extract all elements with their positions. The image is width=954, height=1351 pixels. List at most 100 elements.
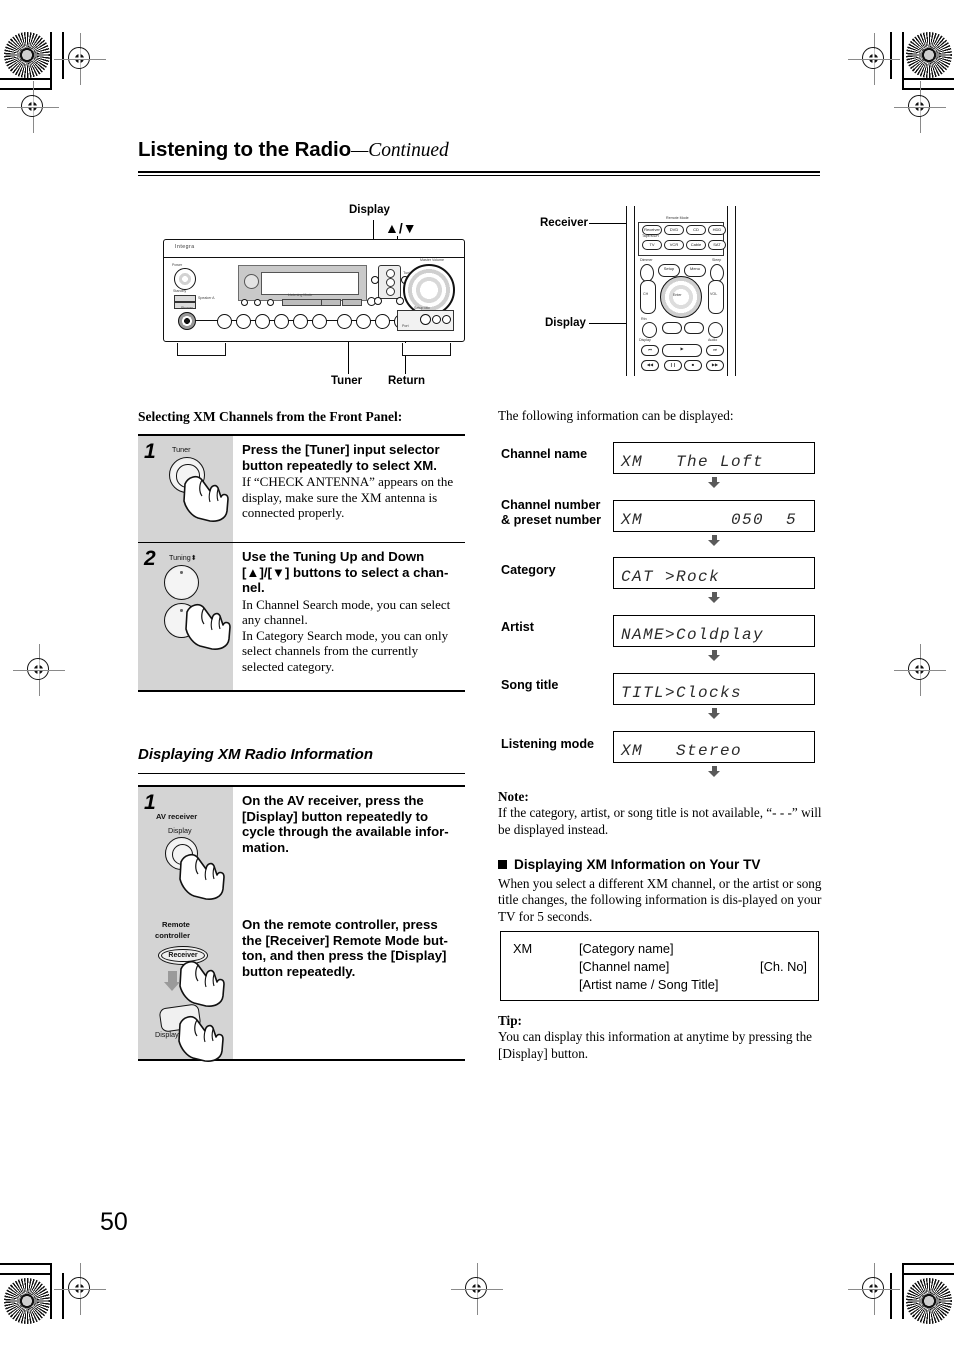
receiver-nav-left-button <box>371 276 379 284</box>
remote-channel-button[interactable] <box>640 280 656 314</box>
remote-dvd-button[interactable]: DVD <box>664 225 684 235</box>
receiver-speaker-label: Speaker A <box>198 296 215 300</box>
page-title-main: Listening to the Radio <box>138 138 352 161</box>
step-1-icon-cell: 1 Tuner <box>138 436 233 542</box>
lcd-display-channel-name: XM The Loft <box>613 442 815 474</box>
remote-audio-label: Audio <box>708 338 718 342</box>
receiver-master-volume-label: Master Volume <box>420 258 444 262</box>
remote-mode-group-label: Remote Mode <box>666 216 689 220</box>
receiver-input-button-4 <box>274 314 289 329</box>
receiver-top-edge-line <box>164 257 464 258</box>
receiver-setup-button-1 <box>241 299 248 306</box>
remote-dimmer-label: Dimmer <box>640 258 653 262</box>
remote-vcr-button[interactable]: VCR <box>664 240 684 250</box>
print-star-top-left <box>4 32 50 78</box>
step-1-body: If “CHECK ANTENNA” appears on the displa… <box>242 474 454 520</box>
remote-receiver-button-text: Receiver <box>168 952 198 959</box>
remote-stop-button[interactable]: ■ <box>684 360 702 371</box>
remote-controller-illustration: Remote Mode Receiver DVD CD HDD Tape/MDR… <box>614 206 747 376</box>
remote-rtn-label: Rtn <box>641 317 647 321</box>
lcd-display-artist: NAME>Coldplay <box>613 615 815 647</box>
receiver-listening-mode-label: Listening Mode <box>288 293 313 297</box>
receiver-nav-down-button <box>386 287 395 296</box>
display-step-icon-cell: 1 AV receiver Display Remote controller … <box>138 787 233 1062</box>
lcd-text-song-title: TITL>Clocks <box>621 684 743 702</box>
remote-rew-button[interactable]: ◀◀ <box>641 360 659 371</box>
receiver-power-label: Power <box>172 263 183 267</box>
remote-ch-plus-button[interactable] <box>662 322 682 334</box>
print-star-top-right <box>906 32 952 78</box>
crop-mark-bottom-left-h <box>0 1263 52 1265</box>
tv-onscreen-display-box: XM [Category name] [Channel name] [Artis… <box>500 931 819 1001</box>
crop-mark-bottom-right-h2 <box>902 1273 954 1275</box>
display-step-number: 1 <box>144 791 156 814</box>
remote-volume-button[interactable] <box>708 280 724 314</box>
remote-guide-button[interactable] <box>684 322 704 334</box>
remote-cd-button[interactable]: CD <box>686 225 706 235</box>
remote-play-button[interactable]: ▶ <box>662 344 702 357</box>
callout-updown-front: ▲/▼ <box>385 220 417 236</box>
receiver-front-port-panel: Port <box>397 310 454 331</box>
callout-receiver-remote: Receiver <box>540 217 588 229</box>
receiver-standby-label: Standby <box>173 289 187 293</box>
av-receiver-label: AV receiver <box>156 812 198 821</box>
pointing-hand-icon <box>175 1007 224 1062</box>
pointing-hand-icon <box>182 595 231 650</box>
page-number: 50 <box>100 1208 128 1236</box>
remote-navigation-dpad[interactable] <box>660 276 702 318</box>
lcd-text-channel-name: XM The Loft <box>621 453 765 471</box>
receiver-port-jack-2 <box>432 315 441 324</box>
lcd-display-listening-mode: XM Stereo <box>613 731 815 763</box>
crop-mark-top-left-v <box>50 32 52 90</box>
receiver-navigation-pad <box>378 265 401 299</box>
remote-tape-mdr-label: Tape/MDR <box>642 234 659 238</box>
registration-mark-mid-right <box>894 644 946 696</box>
registration-mark-bottom-left <box>54 1263 106 1315</box>
remote-prev-button[interactable]: ⏮ <box>641 345 659 356</box>
remote-hdd-button[interactable]: HDD <box>708 225 726 235</box>
receiver-input-button-5 <box>293 314 308 329</box>
lcd-display-category: CAT >Rock <box>613 557 815 589</box>
tv-box-xm-label: XM <box>513 941 533 956</box>
crop-mark-bottom-left-h2 <box>0 1273 52 1275</box>
receiver-display-text-area <box>261 272 359 295</box>
remote-display-button[interactable] <box>642 322 657 338</box>
lcd-text-listening-mode: XM Stereo <box>621 742 743 760</box>
registration-mark-top-left-outer <box>7 81 59 133</box>
receiver-phones-jack <box>178 312 196 330</box>
page-title: Listening to the Radio—Continued <box>138 138 449 162</box>
remote-ff-button[interactable]: ▶▶ <box>706 360 724 371</box>
front-panel-step-table: 1 Tuner Press the [Tuner] input selector… <box>138 434 465 692</box>
remote-setup-button[interactable]: Setup <box>658 264 680 277</box>
note-heading: Note: <box>498 789 529 804</box>
crop-mark-bottom-left-v <box>50 1263 52 1319</box>
step-2-body: In Channel Search mode, you can select a… <box>242 596 451 674</box>
remote-menu-button[interactable]: Menu <box>684 264 706 277</box>
remote-sleep-label: Sleep <box>712 258 722 262</box>
crop-mark-top-right-h <box>902 78 954 80</box>
receiver-port-label: Port <box>402 324 409 328</box>
callout-tuner-front: Tuner <box>331 375 363 387</box>
receiver-nav-up-button <box>386 269 395 278</box>
tip-text: You can display this information at anyt… <box>498 1029 813 1061</box>
remote-sat-button[interactable]: SAT <box>708 240 726 250</box>
remote-tv-button[interactable]: TV <box>642 240 662 250</box>
remote-next-button[interactable]: ⏭ <box>706 345 724 356</box>
crop-mark-top-right-v <box>902 32 904 90</box>
lcd-text-channel-number: XM 050 5 <box>621 511 798 529</box>
remote-cable-button[interactable]: Cable <box>686 240 706 250</box>
tv-box-category-name: [Category name] <box>579 941 674 956</box>
tv-box-channel-number: [Ch. No] <box>760 959 807 974</box>
remote-audio-button[interactable] <box>708 322 723 338</box>
step-2-number: 2 <box>144 547 156 570</box>
registration-mark-bottom-right <box>848 1263 900 1315</box>
receiver-phones-label: Phones <box>181 306 194 310</box>
remote-pause-button[interactable]: ❙❙ <box>664 360 682 371</box>
lcd-text-category: CAT >Rock <box>621 568 721 586</box>
receiver-port-jack-3 <box>442 315 451 324</box>
crop-mark-top-left-h <box>0 78 52 80</box>
tv-box-channel-name: [Channel name] <box>579 959 670 974</box>
right-column-intro: The following information can be display… <box>498 408 734 423</box>
step-1-text-cell: Press the [Tuner] input selector button … <box>233 436 465 542</box>
step-2-text-cell: Use the Tuning Up and Down [▲]/[▼] butto… <box>233 543 465 690</box>
